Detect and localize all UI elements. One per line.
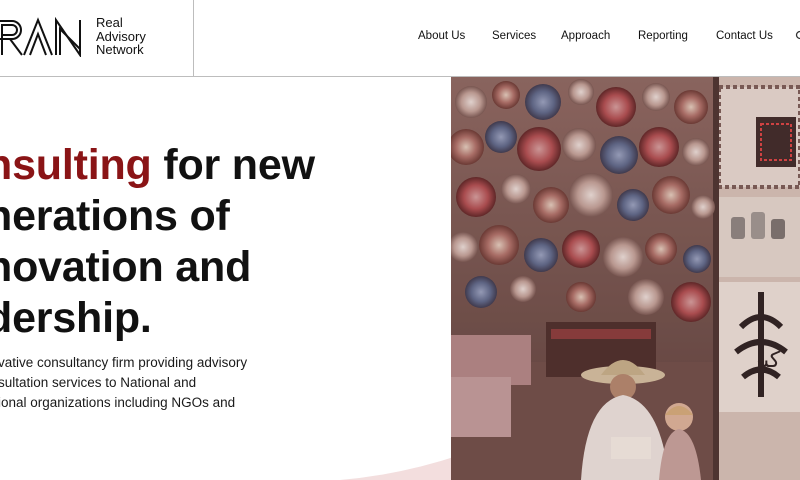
logo[interactable]: Real Advisory Network xyxy=(0,0,194,76)
headline-line-2: nerations of xyxy=(0,192,230,240)
site-header: Real Advisory Network About Us Services … xyxy=(0,0,800,77)
headline-line-3: novation and xyxy=(0,243,252,291)
description-line-2: sultation services to National and xyxy=(0,375,197,390)
description-line-3: ional organizations including NGOs and xyxy=(0,395,236,410)
brand-name: Real Advisory Network xyxy=(96,16,146,57)
nav-contact-us[interactable]: Contact Us xyxy=(716,30,773,42)
description-line-1: vative consultancy firm providing adviso… xyxy=(0,355,248,370)
headline-line-4: dership. xyxy=(0,294,152,342)
hero-photo: كبر xyxy=(451,77,800,480)
headline-line-1: nsulting for new xyxy=(0,140,315,191)
search-icon[interactable] xyxy=(794,30,800,42)
decorative-swoosh xyxy=(340,455,460,480)
hero-photo-illustration: كبر xyxy=(451,77,800,480)
headline-rest: for new xyxy=(151,141,315,189)
nav-services[interactable]: Services xyxy=(492,30,536,42)
nav-reporting[interactable]: Reporting xyxy=(638,30,688,42)
brand-line-3: Network xyxy=(96,42,144,57)
brand-line-2: Advisory xyxy=(96,28,146,44)
brand-line-1: Real xyxy=(96,15,123,30)
nav-approach[interactable]: Approach xyxy=(561,30,610,42)
hero-description: vative consultancy firm providing adviso… xyxy=(0,353,247,413)
hero-headline: nsulting for new nerations of novation a… xyxy=(0,140,315,344)
nav-about-us[interactable]: About Us xyxy=(418,30,465,42)
logo-mark-icon xyxy=(0,17,81,57)
headline-accent: nsulting xyxy=(0,141,152,189)
